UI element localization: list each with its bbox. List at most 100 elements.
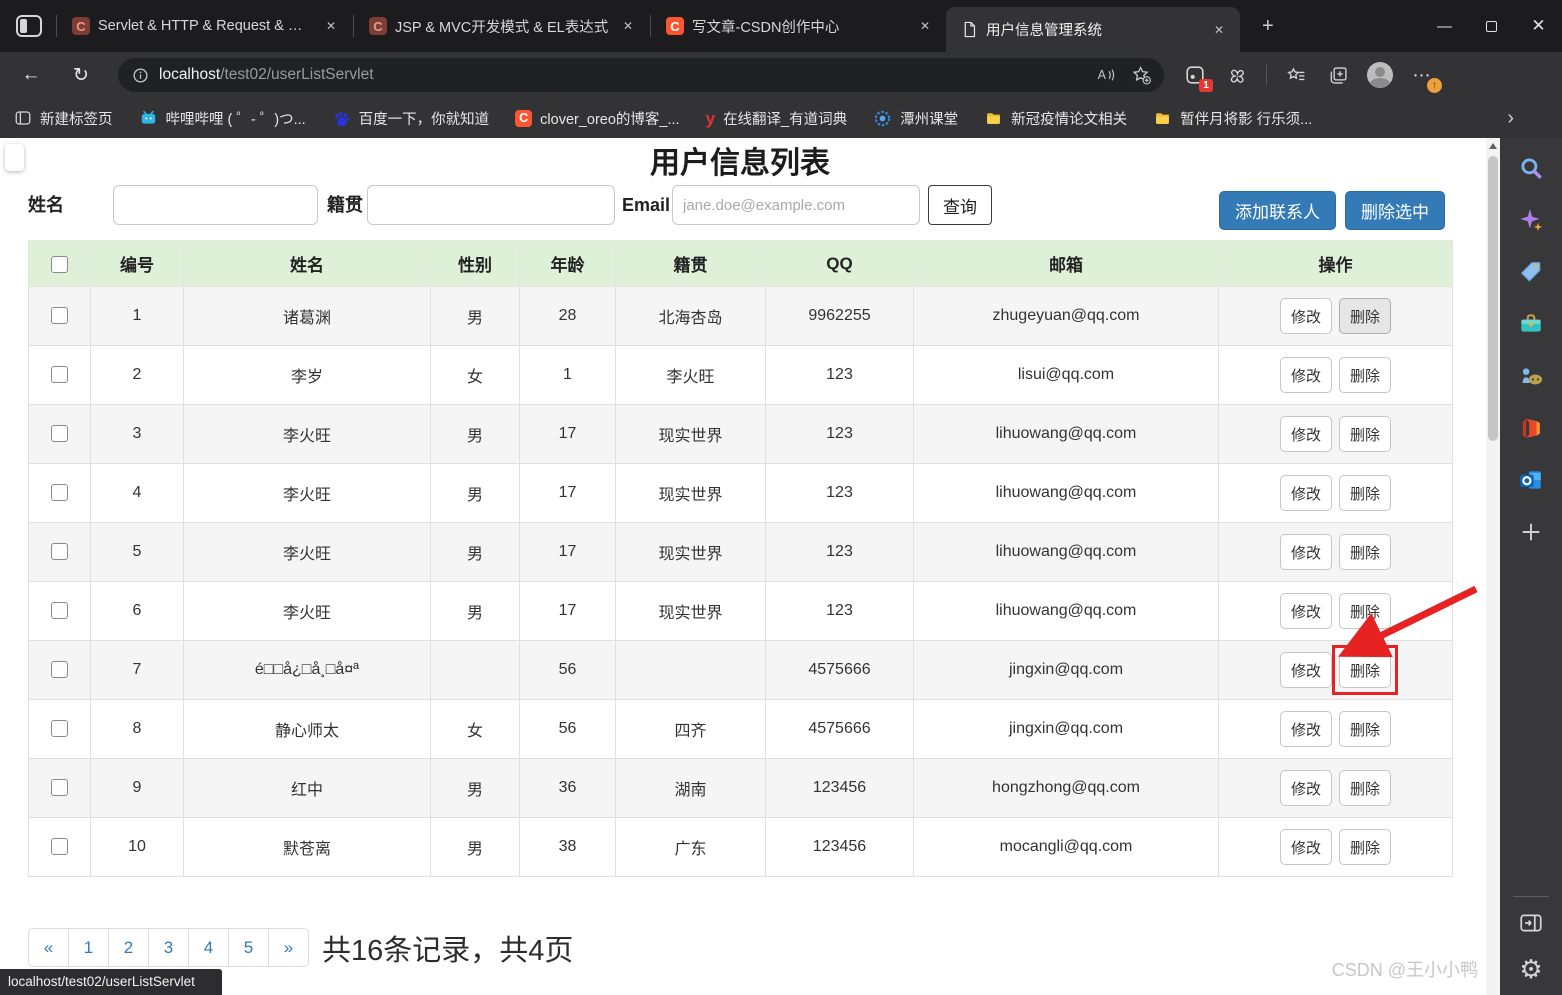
edit-button[interactable]: 修改 [1280, 829, 1332, 865]
sidebar-divider [1513, 896, 1549, 897]
search-icon[interactable] [1517, 154, 1545, 182]
maximize-icon [1486, 21, 1497, 32]
row-checkbox[interactable] [51, 484, 68, 501]
pagination-page[interactable]: 5 [228, 928, 269, 967]
bookmark-item[interactable]: 新建标签页 [14, 108, 113, 129]
open-sidebar-panel-icon[interactable] [1517, 909, 1545, 937]
row-checkbox[interactable] [51, 779, 68, 796]
browser-tab[interactable]: CServlet & HTTP & Request & Res✕ [58, 0, 352, 52]
browser-tab[interactable]: CJSP & MVC开发模式 & EL表达式✕ [355, 0, 649, 52]
address-bar[interactable]: localhost/test02/userListServlet A [118, 58, 1164, 92]
pagination-page[interactable]: 3 [148, 928, 189, 967]
bookmark-item[interactable]: y在线翻译_有道词典 [706, 108, 848, 129]
row-checkbox[interactable] [51, 661, 68, 678]
bookmark-item[interactable]: 暂伴月将影 行乐须... [1153, 108, 1312, 129]
collections-icon[interactable] [1325, 62, 1351, 88]
row-checkbox[interactable] [51, 543, 68, 560]
delete-button[interactable]: 删除 [1339, 652, 1391, 688]
delete-selected-button[interactable]: 删除选中 [1345, 191, 1445, 230]
office-icon[interactable] [1517, 414, 1545, 442]
refresh-icon[interactable]: ↻ [64, 59, 98, 91]
delete-button[interactable]: 删除 [1339, 357, 1391, 393]
tab-actions-icon[interactable] [16, 15, 42, 37]
add-contact-button[interactable]: 添加联系人 [1219, 191, 1336, 230]
select-all-checkbox[interactable] [51, 256, 68, 273]
name-input[interactable] [113, 185, 318, 225]
back-icon[interactable]: ← [14, 59, 48, 91]
delete-button[interactable]: 删除 [1339, 534, 1391, 570]
row-checkbox[interactable] [51, 838, 68, 855]
outlook-icon[interactable] [1517, 466, 1545, 494]
bookmark-item[interactable]: 潭州课堂 [873, 108, 958, 129]
delete-button[interactable]: 删除 [1339, 770, 1391, 806]
row-checkbox[interactable] [51, 602, 68, 619]
shopping-icon[interactable] [1517, 258, 1545, 286]
tab-close-icon[interactable]: ✕ [914, 16, 936, 36]
bookmark-item[interactable]: 哔哩哔哩 ( ゜- ゜)つ... [139, 108, 306, 129]
pagination-page[interactable]: 4 [188, 928, 229, 967]
cell-id: 9 [91, 759, 184, 818]
name-label: 姓名 [28, 185, 64, 225]
scrollbar-thumb[interactable] [1488, 156, 1498, 441]
delete-button[interactable]: 删除 [1339, 475, 1391, 511]
row-checkbox[interactable] [51, 307, 68, 324]
maximize-button[interactable] [1468, 0, 1515, 52]
edit-button[interactable]: 修改 [1280, 298, 1332, 334]
pagination-next[interactable]: » [268, 928, 309, 967]
close-button[interactable]: ✕ [1515, 0, 1562, 52]
cell-qq: 123 [766, 582, 914, 641]
browser-tab[interactable]: C写文章-CSDN创作中心✕ [652, 0, 946, 52]
scroll-up-icon[interactable] [1486, 138, 1500, 153]
record-summary: 共16条记录，共4页 [322, 927, 573, 969]
edit-button[interactable]: 修改 [1280, 534, 1332, 570]
bookmark-item[interactable]: 新冠疫情论文相关 [984, 108, 1127, 129]
edit-button[interactable]: 修改 [1280, 475, 1332, 511]
tab-close-icon[interactable]: ✕ [617, 16, 639, 36]
row-checkbox[interactable] [51, 720, 68, 737]
row-checkbox[interactable] [51, 425, 68, 442]
email-input[interactable] [672, 185, 920, 225]
delete-button[interactable]: 删除 [1339, 416, 1391, 452]
cell-id: 6 [91, 582, 184, 641]
profile-avatar[interactable] [1367, 62, 1393, 88]
bookmark-item[interactable]: Cclover_oreo的博客_... [515, 108, 679, 129]
bookmark-item[interactable]: 百度一下，你就知道 [332, 108, 490, 129]
extension-icon[interactable]: 1 [1182, 62, 1208, 88]
page-scrollbar[interactable] [1486, 138, 1500, 995]
edit-button[interactable]: 修改 [1280, 711, 1332, 747]
floating-box [5, 144, 24, 171]
favorites-icon[interactable] [1283, 62, 1309, 88]
pagination-page[interactable]: 2 [108, 928, 149, 967]
delete-button[interactable]: 删除 [1339, 298, 1391, 334]
tab-close-icon[interactable]: ✕ [320, 16, 342, 36]
search-button[interactable]: 查询 [928, 185, 992, 225]
browser-tab[interactable]: 用户信息管理系统✕ [946, 7, 1240, 52]
more-menu-icon[interactable]: ⋯↑ [1409, 62, 1435, 88]
pagination-page[interactable]: 1 [68, 928, 109, 967]
row-checkbox[interactable] [51, 366, 68, 383]
pagination-prev[interactable]: « [28, 928, 69, 967]
minimize-button[interactable]: — [1421, 0, 1468, 52]
edit-button[interactable]: 修改 [1280, 416, 1332, 452]
new-tab-button[interactable]: + [1254, 15, 1282, 38]
edit-button[interactable]: 修改 [1280, 770, 1332, 806]
copilot-icon[interactable] [1517, 206, 1545, 234]
delete-button[interactable]: 删除 [1339, 829, 1391, 865]
bookmarks-overflow-chevron-icon[interactable]: › [1507, 107, 1514, 130]
edit-button[interactable]: 修改 [1280, 652, 1332, 688]
add-favorite-icon[interactable] [1131, 65, 1152, 86]
edit-button[interactable]: 修改 [1280, 357, 1332, 393]
read-aloud-icon[interactable]: A [1095, 65, 1117, 85]
tab-close-icon[interactable]: ✕ [1208, 20, 1230, 40]
edit-button[interactable]: 修改 [1280, 593, 1332, 629]
delete-button[interactable]: 删除 [1339, 711, 1391, 747]
games-icon[interactable] [1517, 362, 1545, 390]
settings-gear-icon[interactable]: ⚙ [1517, 955, 1545, 983]
site-info-icon[interactable] [132, 67, 149, 84]
tools-icon[interactable] [1517, 310, 1545, 338]
svg-text:A: A [1098, 68, 1107, 82]
add-sidebar-icon[interactable] [1517, 518, 1545, 546]
clover-extension-icon[interactable] [1224, 62, 1250, 88]
hometown-input[interactable] [367, 185, 615, 225]
delete-button[interactable]: 删除 [1339, 593, 1391, 629]
